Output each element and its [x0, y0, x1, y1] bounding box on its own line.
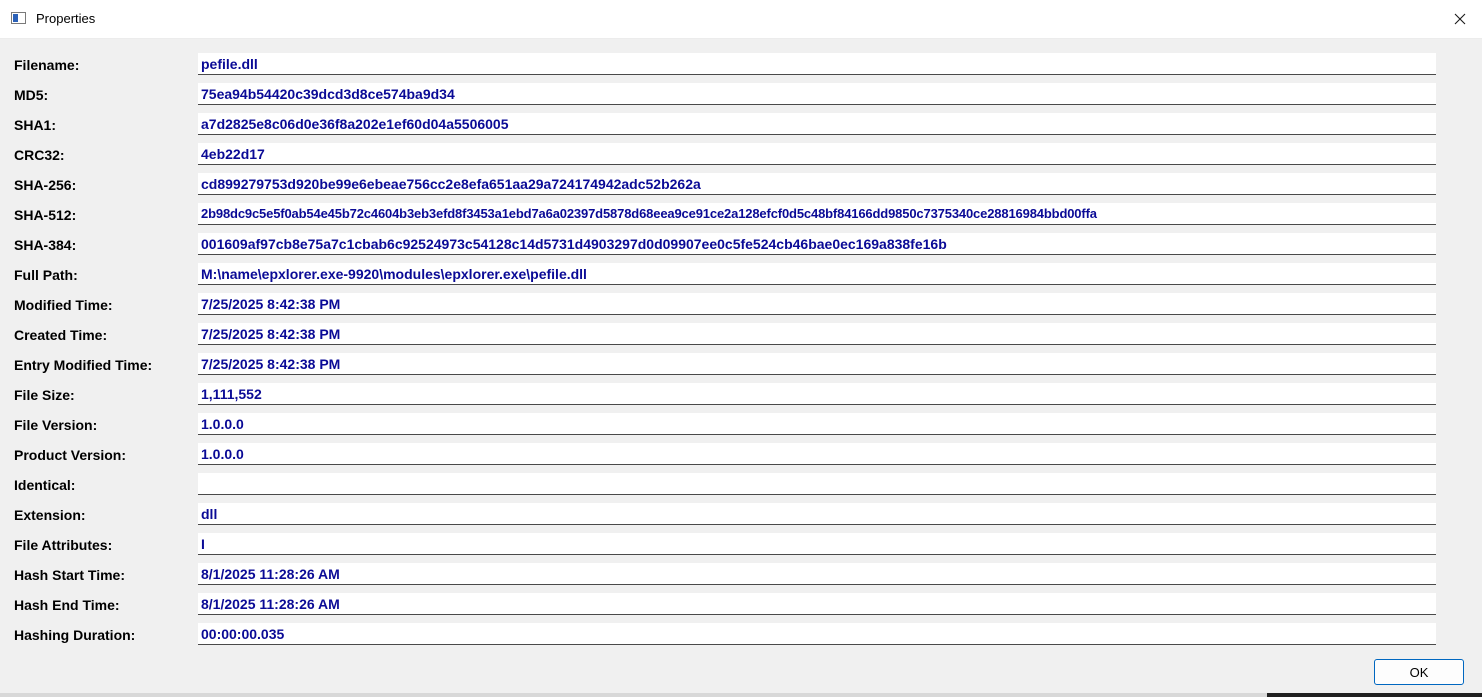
- field-value: a7d2825e8c06d0e36f8a202e1ef60d04a5506005: [201, 116, 509, 132]
- ok-button[interactable]: OK: [1374, 659, 1464, 685]
- row-entry-modified-time: Entry Modified Time: 7/25/2025 8:42:38 P…: [0, 350, 1482, 380]
- field-label: Hashing Duration:: [14, 627, 136, 643]
- field-label: Created Time:: [14, 327, 108, 343]
- field-value-box[interactable]: 7/25/2025 8:42:38 PM: [198, 293, 1436, 315]
- field-label: Hash End Time:: [14, 597, 120, 613]
- row-file-version: File Version: 1.0.0.0: [0, 410, 1482, 440]
- row-file-attributes: File Attributes: I: [0, 530, 1482, 560]
- field-label: Product Version:: [14, 447, 127, 463]
- field-value: M:\name\epxlorer.exe-9920\modules\epxlor…: [201, 266, 587, 282]
- row-identical: Identical:: [0, 470, 1482, 500]
- field-value-box[interactable]: [198, 473, 1436, 495]
- field-value-box[interactable]: 00:00:00.035: [198, 623, 1436, 645]
- title-bar: Properties: [0, 0, 1482, 39]
- row-hash-start-time: Hash Start Time: 8/1/2025 11:28:26 AM: [0, 560, 1482, 590]
- row-filename: Filename: pefile.dll: [0, 50, 1482, 80]
- row-full-path: Full Path: M:\name\epxlorer.exe-9920\mod…: [0, 260, 1482, 290]
- field-value-box[interactable]: 8/1/2025 11:28:26 AM: [198, 563, 1436, 585]
- row-hash-end-time: Hash End Time: 8/1/2025 11:28:26 AM: [0, 590, 1482, 620]
- field-value: 8/1/2025 11:28:26 AM: [201, 596, 340, 612]
- field-value-box[interactable]: 8/1/2025 11:28:26 AM: [198, 593, 1436, 615]
- field-value-box[interactable]: dll: [198, 503, 1436, 525]
- field-value-box[interactable]: 1.0.0.0: [198, 443, 1436, 465]
- row-modified-time: Modified Time: 7/25/2025 8:42:38 PM: [0, 290, 1482, 320]
- field-value: 8/1/2025 11:28:26 AM: [201, 566, 340, 582]
- field-label: File Size:: [14, 387, 75, 403]
- field-label: File Version:: [14, 417, 98, 433]
- row-extension: Extension: dll: [0, 500, 1482, 530]
- field-value-box[interactable]: 1,111,552: [198, 383, 1436, 405]
- field-label: MD5:: [14, 87, 49, 103]
- field-value: 7/25/2025 8:42:38 PM: [201, 296, 341, 312]
- field-value: 4eb22d17: [201, 146, 265, 162]
- field-value-box[interactable]: 2b98dc9c5e5f0ab54e45b72c4604b3eb3efd8f34…: [198, 203, 1436, 225]
- field-value: pefile.dll: [201, 56, 258, 72]
- field-label: Hash Start Time:: [14, 567, 125, 583]
- field-value: 1,111,552: [201, 386, 262, 402]
- field-value: 00:00:00.035: [201, 626, 285, 642]
- field-value: 001609af97cb8e75a7c1cbab6c92524973c54128…: [201, 236, 947, 252]
- field-value: 7/25/2025 8:42:38 PM: [201, 356, 341, 372]
- close-button[interactable]: [1438, 0, 1482, 38]
- field-value-box[interactable]: cd899279753d920be99e6ebeae756cc2e8efa651…: [198, 173, 1436, 195]
- field-value: 1.0.0.0: [201, 446, 244, 462]
- field-value-box[interactable]: 1.0.0.0: [198, 413, 1436, 435]
- field-label: CRC32:: [14, 147, 65, 163]
- field-label: Extension:: [14, 507, 86, 523]
- field-value: I: [201, 536, 205, 552]
- field-value-box[interactable]: 4eb22d17: [198, 143, 1436, 165]
- row-sha256: SHA-256: cd899279753d920be99e6ebeae756cc…: [0, 170, 1482, 200]
- field-label: Identical:: [14, 477, 76, 493]
- field-label: SHA-256:: [14, 177, 77, 193]
- field-label: SHA-512:: [14, 207, 77, 223]
- properties-window: Properties Filename: pefile.dll MD5: 75e…: [0, 0, 1482, 697]
- row-crc32: CRC32: 4eb22d17: [0, 140, 1482, 170]
- row-md5: MD5: 75ea94b54420c39dcd3d8ce574ba9d34: [0, 80, 1482, 110]
- field-label: Filename:: [14, 57, 80, 73]
- window-title: Properties: [36, 11, 96, 26]
- field-value: 1.0.0.0: [201, 416, 244, 432]
- window-app-icon: [11, 12, 26, 24]
- field-value-box[interactable]: pefile.dll: [198, 53, 1436, 75]
- row-file-size: File Size: 1,111,552: [0, 380, 1482, 410]
- close-icon: [1454, 13, 1466, 25]
- field-value-box[interactable]: 75ea94b54420c39dcd3d8ce574ba9d34: [198, 83, 1436, 105]
- bottom-edge: [0, 693, 1482, 697]
- field-value-box[interactable]: 001609af97cb8e75a7c1cbab6c92524973c54128…: [198, 233, 1436, 255]
- field-value: 75ea94b54420c39dcd3d8ce574ba9d34: [201, 86, 455, 102]
- field-label: SHA1:: [14, 117, 57, 133]
- row-sha512: SHA-512: 2b98dc9c5e5f0ab54e45b72c4604b3e…: [0, 200, 1482, 230]
- field-label: File Attributes:: [14, 537, 113, 553]
- field-label: SHA-384:: [14, 237, 77, 253]
- field-label: Entry Modified Time:: [14, 357, 153, 373]
- field-label: Full Path:: [14, 267, 78, 283]
- field-label: Modified Time:: [14, 297, 113, 313]
- row-hashing-duration: Hashing Duration: 00:00:00.035: [0, 620, 1482, 650]
- field-value-box[interactable]: a7d2825e8c06d0e36f8a202e1ef60d04a5506005: [198, 113, 1436, 135]
- row-product-version: Product Version: 1.0.0.0: [0, 440, 1482, 470]
- field-value: cd899279753d920be99e6ebeae756cc2e8efa651…: [201, 176, 701, 192]
- row-sha384: SHA-384: 001609af97cb8e75a7c1cbab6c92524…: [0, 230, 1482, 260]
- row-created-time: Created Time: 7/25/2025 8:42:38 PM: [0, 320, 1482, 350]
- field-value: 2b98dc9c5e5f0ab54e45b72c4604b3eb3efd8f34…: [201, 206, 1097, 221]
- field-value-box[interactable]: 7/25/2025 8:42:38 PM: [198, 353, 1436, 375]
- field-value: 7/25/2025 8:42:38 PM: [201, 326, 341, 342]
- field-value-box[interactable]: M:\name\epxlorer.exe-9920\modules\epxlor…: [198, 263, 1436, 285]
- field-value: dll: [201, 506, 218, 522]
- row-sha1: SHA1: a7d2825e8c06d0e36f8a202e1ef60d04a5…: [0, 110, 1482, 140]
- field-value-box[interactable]: I: [198, 533, 1436, 555]
- field-value-box[interactable]: 7/25/2025 8:42:38 PM: [198, 323, 1436, 345]
